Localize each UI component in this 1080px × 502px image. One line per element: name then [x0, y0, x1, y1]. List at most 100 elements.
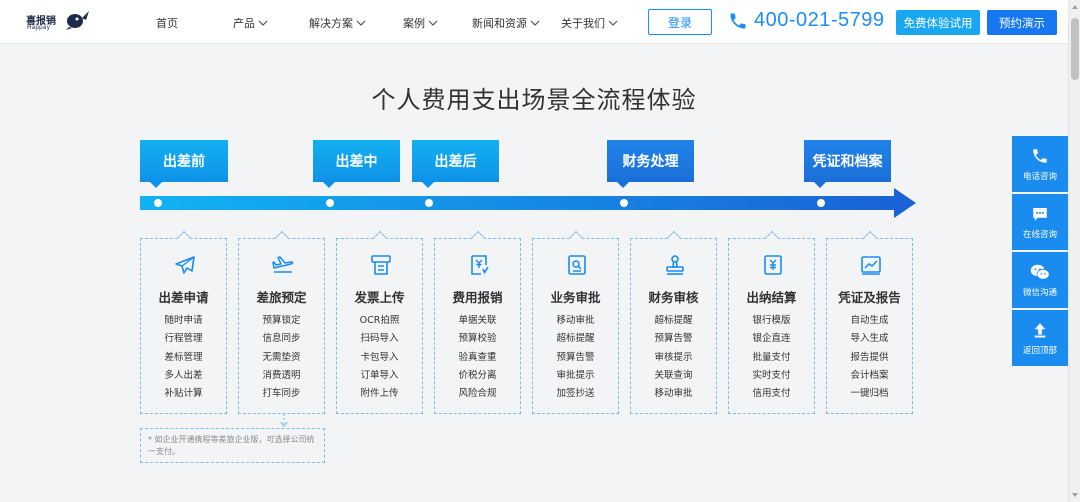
card-feature: 一键归档 [850, 388, 889, 400]
card-title: 发票上传 [354, 290, 405, 305]
card-feature: 多人出差 [164, 369, 203, 381]
nav-products[interactable]: 产品 [233, 15, 268, 31]
float-item-label: 返回顶部 [1022, 345, 1057, 356]
card-feature: 信用支付 [752, 388, 791, 400]
free-trial-button[interactable]: 免费体验试用 [896, 10, 980, 35]
float-item-label: 微信沟通 [1022, 287, 1057, 298]
nav-cases-label: 案例 [403, 17, 425, 30]
payment-icon [764, 255, 782, 275]
phone-number: 400-021-5799 [754, 9, 885, 31]
card-feature-list: 银行模版 银企直连 批量支付 实时支付 信用支付 [729, 312, 814, 403]
scrollbar[interactable] [1068, 0, 1080, 502]
stage-tag-label: 出差后 [434, 154, 477, 170]
timeline-dot [620, 199, 628, 207]
phone-consult-button[interactable]: 电话咨询 [1012, 136, 1068, 192]
scrollbar-thumb[interactable] [1071, 18, 1079, 80]
online-consult-button[interactable]: 在线咨询 [1012, 194, 1068, 250]
card-feature-list: 自动生成 导入生成 报告提供 会计档案 一键归档 [827, 312, 912, 403]
stage-tag-after-trip: 出差后 [412, 140, 499, 188]
float-item-label: 在线咨询 [1022, 229, 1057, 240]
card-feature: 自动生成 [850, 315, 889, 326]
report-icon [861, 256, 881, 275]
card-title: 财务审核 [648, 290, 699, 305]
nav-home-label: 首页 [156, 17, 178, 30]
nav-about[interactable]: 关于我们 [561, 15, 618, 31]
card-title: 出纳结算 [746, 290, 797, 305]
nav-home[interactable]: 首页 [156, 15, 178, 31]
card-feature: 扫码导入 [360, 333, 399, 345]
card-feature: 消费透明 [262, 369, 301, 381]
process-card: 出纳结算 银行模版 银企直连 批量支付 实时支付 信用支付 [728, 230, 815, 414]
scroll-down-arrow-icon[interactable] [1071, 491, 1079, 499]
stage-tag-label: 财务处理 [622, 154, 679, 170]
card-feature: 行程管理 [164, 333, 203, 345]
card-feature: 预算校验 [458, 333, 497, 345]
card-feature-list: 超标提醒 预算告警 审核提示 关联查询 移动审批 [631, 312, 716, 403]
card-feature: 关联查询 [654, 369, 693, 381]
card-feature: 随时申请 [164, 315, 203, 326]
logo-subtext: Happay [27, 24, 51, 31]
nav-news[interactable]: 新闻和资源 [472, 15, 540, 31]
logo[interactable]: 喜报销 Happay [26, 9, 90, 35]
wechat-button[interactable]: 微信沟通 [1012, 252, 1068, 308]
card-feature: 差标管理 [164, 351, 203, 363]
card-feature: OCR拍照 [359, 315, 400, 326]
card-feature: 附件上传 [360, 388, 399, 400]
card-feature-list: 单据关联 预算校验 验真查重 价税分离 风险合规 [435, 312, 520, 403]
card-feature-list: 预算锁定 信息同步 无需垫资 消费透明 打车同步 [239, 312, 324, 403]
nav-solutions-label: 解决方案 [309, 17, 353, 30]
card-feature: 审核提示 [654, 351, 693, 363]
stamp-icon [666, 255, 684, 275]
card-feature: 打车同步 [262, 388, 301, 400]
stage-tag-before-trip: 出差前 [140, 140, 228, 188]
stage-tag-label: 出差中 [335, 154, 378, 170]
nav-solutions[interactable]: 解决方案 [309, 15, 366, 31]
card-title: 出差申请 [158, 290, 209, 305]
card-feature: 移动审批 [654, 388, 693, 400]
card-title: 业务审批 [550, 290, 601, 305]
card-feature: 订单导入 [360, 369, 399, 381]
card-title: 凭证及报告 [838, 290, 901, 305]
chevron-down-icon [258, 20, 268, 26]
card-feature: 批量支付 [752, 351, 791, 363]
nav-cases[interactable]: 案例 [403, 15, 438, 31]
process-card: 费用报销 单据关联 预算校验 验真查重 价税分离 风险合规 [434, 230, 521, 414]
process-card: 发票上传 OCR拍照 扫码导入 卡包导入 订单导入 附件上传 [336, 230, 423, 414]
card-feature: 卡包导入 [360, 351, 399, 363]
process-card: 差旅预定 预算锁定 信息同步 无需垫资 消费透明 打车同步 [238, 230, 325, 414]
card-feature: 价税分离 [458, 369, 497, 381]
section-title: 个人费用支出场景全流程体验 [371, 86, 697, 114]
card-feature: 会计档案 [850, 369, 889, 381]
chevron-down-icon [530, 20, 540, 26]
nav-about-label: 关于我们 [561, 17, 605, 30]
card-feature: 银企直连 [752, 333, 791, 345]
expense-report-icon [471, 255, 489, 275]
process-card: 业务审批 移动审批 超标提醒 预算告警 审批提示 加签抄送 [532, 230, 619, 414]
wechat-icon [1030, 264, 1050, 280]
scroll-up-arrow-icon[interactable] [1071, 3, 1079, 11]
approval-icon [568, 255, 586, 275]
timeline-dot [326, 199, 334, 207]
nav-products-label: 产品 [233, 17, 255, 30]
back-to-top-icon [1034, 322, 1046, 337]
phone-icon [1033, 148, 1047, 163]
stage-tag-label: 凭证和档案 [812, 154, 883, 170]
card-feature: 实时支付 [752, 369, 791, 381]
footnote: * 如企业开通携程等差旅企业版，可选择公司统一支付。 [140, 428, 325, 463]
process-card: 财务审核 超标提醒 预算告警 审核提示 关联查询 移动审批 [630, 230, 717, 414]
card-feature: 预算告警 [556, 351, 595, 363]
card-feature: 风险合规 [458, 388, 497, 400]
card-feature: 加签抄送 [556, 388, 595, 400]
back-to-top-button[interactable]: 返回顶部 [1012, 310, 1068, 366]
book-demo-button[interactable]: 预约演示 [987, 10, 1057, 35]
card-feature-list: 随时申请 行程管理 差标管理 多人出差 补贴计算 [141, 312, 226, 403]
card-feature: 无需垫资 [262, 351, 301, 363]
timeline-dot [817, 199, 825, 207]
phone-contact[interactable]: 400-021-5799 [728, 9, 885, 32]
phone-icon [730, 13, 746, 28]
stage-tag-finance: 财务处理 [607, 140, 694, 188]
card-feature: 银行模版 [752, 315, 791, 326]
timeline-dot [425, 199, 433, 207]
login-button[interactable]: 登录 [648, 9, 712, 35]
card-feature: 补贴计算 [164, 388, 203, 400]
